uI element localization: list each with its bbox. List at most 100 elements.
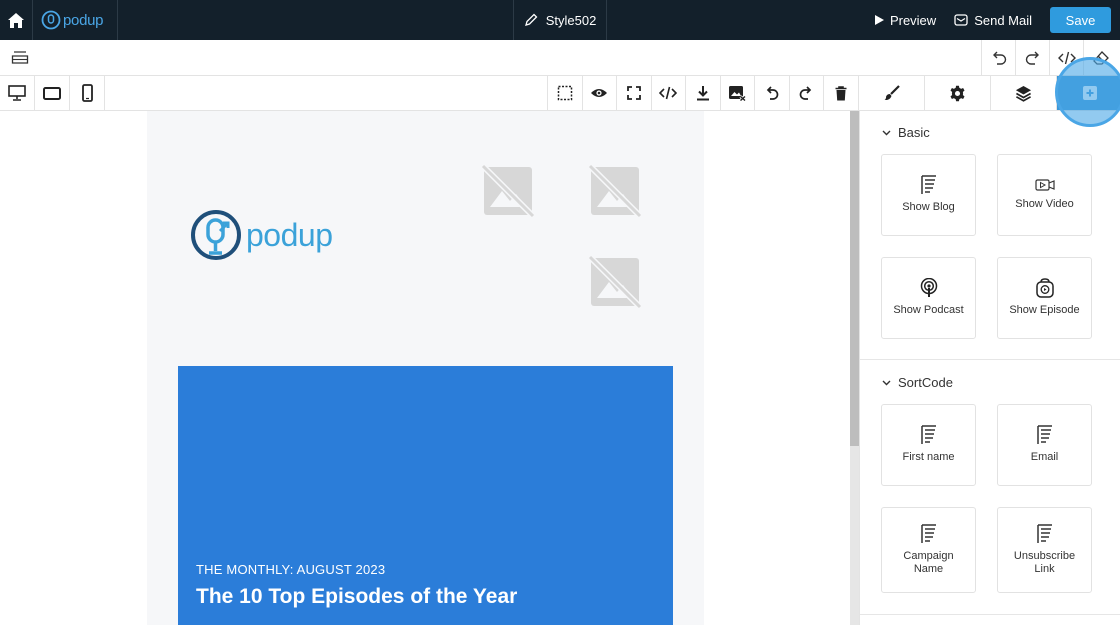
image-placeholder-icon[interactable] bbox=[587, 254, 643, 310]
podup-logo-icon bbox=[191, 210, 241, 260]
send-mail-label: Send Mail bbox=[974, 12, 1032, 28]
code-view-button[interactable] bbox=[1049, 40, 1083, 75]
download-icon bbox=[696, 86, 709, 101]
block-email[interactable]: Email bbox=[997, 404, 1092, 486]
stack-icon bbox=[1015, 85, 1032, 102]
blocks-panel: Basic Show Blog Show Video Show Podcast … bbox=[859, 111, 1120, 625]
canvas-scrollbar[interactable] bbox=[850, 111, 859, 625]
layer-manager-button[interactable] bbox=[8, 47, 32, 69]
mobile-icon bbox=[81, 84, 93, 102]
eye-icon bbox=[591, 89, 608, 97]
pencil-icon bbox=[524, 13, 538, 26]
block-label: First name bbox=[902, 451, 955, 464]
category-sortcode-title: SortCode bbox=[898, 375, 953, 390]
block-label: Show Episode bbox=[1009, 304, 1080, 317]
plus-square-icon bbox=[1082, 86, 1097, 100]
layers-icon bbox=[11, 51, 29, 64]
image-placeholder-icon[interactable] bbox=[587, 163, 643, 219]
chevron-down-icon bbox=[882, 130, 891, 135]
document-title-text: Style502 bbox=[545, 12, 597, 28]
block-unsubscribe-link[interactable]: Unsubscribe Link bbox=[997, 507, 1092, 593]
export-code-button[interactable] bbox=[650, 76, 686, 110]
tablet-icon bbox=[43, 86, 61, 100]
undo-icon bbox=[766, 85, 779, 100]
category-sortcode[interactable]: SortCode bbox=[882, 375, 953, 390]
show-borders-button[interactable] bbox=[547, 76, 582, 110]
undo-button[interactable] bbox=[981, 40, 1015, 75]
desktop-icon bbox=[8, 85, 26, 101]
device-tablet-button[interactable] bbox=[35, 76, 70, 110]
trash-icon bbox=[835, 85, 847, 100]
scrollbar-thumb[interactable] bbox=[850, 111, 859, 446]
tab-style-manager[interactable] bbox=[858, 76, 924, 110]
image-remove-icon bbox=[729, 86, 747, 101]
preview-button[interactable]: Preview bbox=[874, 12, 937, 28]
delete-button[interactable] bbox=[823, 76, 858, 110]
secondary-toolbar bbox=[0, 40, 1120, 76]
editor-toolbar bbox=[0, 76, 1120, 111]
block-label: Show Podcast bbox=[893, 304, 964, 317]
undo-button[interactable] bbox=[754, 76, 789, 110]
redo-button[interactable] bbox=[788, 76, 824, 110]
undo-icon bbox=[992, 51, 1006, 65]
email-template[interactable]: podup THE MONTHLY: AUGUST 2023 The 10 To… bbox=[147, 111, 704, 625]
block-first-name[interactable]: First name bbox=[881, 404, 976, 486]
hero-section[interactable]: THE MONTHLY: AUGUST 2023 The 10 Top Epis… bbox=[178, 366, 673, 625]
fullscreen-button[interactable] bbox=[616, 76, 651, 110]
category-basic[interactable]: Basic bbox=[882, 125, 930, 140]
preview-toggle-button[interactable] bbox=[581, 76, 617, 110]
block-label: Email bbox=[1030, 451, 1059, 464]
eraser-icon bbox=[1092, 50, 1109, 65]
text-block-icon bbox=[920, 175, 936, 195]
chevron-down-icon bbox=[882, 380, 891, 385]
hero-title[interactable]: The 10 Top Episodes of the Year bbox=[196, 585, 517, 609]
redo-icon bbox=[1025, 51, 1039, 65]
remove-image-button[interactable] bbox=[719, 76, 755, 110]
video-icon bbox=[1034, 179, 1055, 192]
top-actions: Preview Send Mail Save bbox=[874, 0, 1120, 40]
email-logo[interactable]: podup bbox=[190, 209, 333, 261]
home-button[interactable] bbox=[0, 0, 33, 40]
download-button[interactable] bbox=[685, 76, 720, 110]
text-block-icon bbox=[920, 524, 936, 543]
send-mail-button[interactable]: Send Mail bbox=[954, 13, 1032, 28]
document-title[interactable]: Style502 bbox=[513, 0, 607, 40]
category-basic-title: Basic bbox=[898, 125, 930, 140]
fullscreen-icon bbox=[626, 86, 641, 100]
hero-subtitle[interactable]: THE MONTHLY: AUGUST 2023 bbox=[196, 562, 385, 577]
tab-layers[interactable] bbox=[990, 76, 1056, 110]
block-campaign-name[interactable]: Campaign Name bbox=[881, 507, 976, 593]
tab-blocks[interactable] bbox=[1056, 76, 1120, 110]
block-label: Campaign Name bbox=[903, 549, 954, 575]
brush-icon bbox=[884, 85, 900, 101]
device-desktop-button[interactable] bbox=[0, 76, 35, 110]
device-mobile-button[interactable] bbox=[70, 76, 105, 110]
preview-label: Preview bbox=[889, 12, 937, 28]
block-show-video[interactable]: Show Video bbox=[997, 154, 1092, 236]
text-block-icon bbox=[1036, 524, 1052, 543]
play-icon bbox=[874, 15, 884, 25]
section-divider bbox=[860, 614, 1120, 615]
tab-settings[interactable] bbox=[924, 76, 990, 110]
mail-icon bbox=[954, 14, 968, 26]
podcast-icon bbox=[920, 278, 937, 298]
image-placeholder-icon[interactable] bbox=[480, 163, 536, 219]
section-divider bbox=[860, 359, 1120, 360]
redo-icon bbox=[799, 85, 812, 100]
clear-canvas-button[interactable] bbox=[1083, 40, 1117, 75]
block-label: Show Blog bbox=[902, 201, 955, 214]
text-block-icon bbox=[920, 425, 936, 445]
podup-logo-icon bbox=[41, 10, 61, 30]
block-show-episode[interactable]: Show Episode bbox=[997, 257, 1092, 339]
panel-tabs bbox=[858, 76, 1120, 110]
brand-logo[interactable]: podup bbox=[33, 0, 118, 40]
block-show-podcast[interactable]: Show Podcast bbox=[881, 257, 976, 339]
email-logo-text: podup bbox=[246, 216, 333, 253]
history-controls bbox=[981, 40, 1117, 75]
save-button[interactable]: Save bbox=[1050, 7, 1111, 33]
redo-button[interactable] bbox=[1015, 40, 1049, 75]
editor-canvas[interactable]: podup THE MONTHLY: AUGUST 2023 The 10 To… bbox=[0, 111, 858, 625]
block-show-blog[interactable]: Show Blog bbox=[881, 154, 976, 236]
text-block-icon bbox=[1036, 425, 1052, 445]
code-icon bbox=[1057, 51, 1076, 64]
